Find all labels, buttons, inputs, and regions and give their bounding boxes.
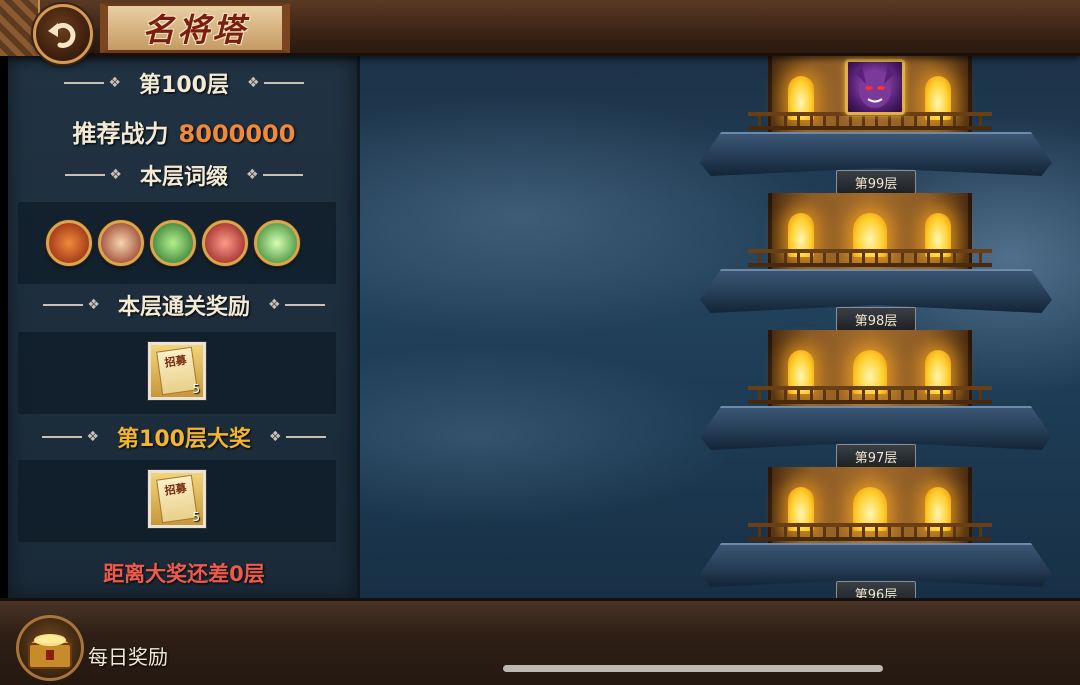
- clear-reward-box: 招募 5: [18, 332, 336, 414]
- page-title: 名将塔: [142, 11, 248, 49]
- recommended-power: 推荐战力 8000000: [8, 114, 360, 149]
- tower-floor-96[interactable]: 第96层: [700, 467, 1060, 607]
- daily-reward-label[interactable]: 每日奖励: [88, 641, 168, 670]
- clear-reward-header: ❖ 本层通关奖励 ❖: [8, 290, 360, 320]
- back-button[interactable]: [33, 4, 93, 64]
- treasure-chest-icon: [26, 633, 74, 669]
- floor-title: 第100层: [139, 73, 229, 98]
- recruit-token-item[interactable]: 招募 5: [148, 342, 206, 400]
- distance-to-prize: 距离大奖还差0层: [103, 562, 265, 586]
- floor-label: 第98层: [836, 307, 916, 331]
- floor-header: ❖ 第100层 ❖: [8, 68, 360, 98]
- affix-header: ❖ 本层词缀 ❖: [8, 160, 360, 190]
- daily-reward-button[interactable]: [16, 615, 84, 681]
- home-indicator[interactable]: [503, 665, 883, 672]
- grand-prize-title: 第100层大奖: [117, 427, 251, 452]
- recruit-token-item[interactable]: 招募 5: [148, 470, 206, 528]
- title-plate: 名将塔: [100, 3, 290, 53]
- pagoda-tower[interactable]: 第99层 第98层 第97层 第96层: [700, 56, 1060, 605]
- grand-prize-box: 招募 5: [18, 460, 336, 542]
- affix-title: 本层词缀: [139, 165, 228, 190]
- floor-label: 第99层: [836, 170, 916, 194]
- power-value: 8000000: [178, 120, 296, 148]
- bottom-bar: 每日奖励: [0, 598, 1080, 685]
- tower-floor-97[interactable]: 第97层: [700, 330, 1060, 470]
- red-claw-icon[interactable]: [202, 220, 248, 266]
- grand-prize-header: ❖ 第100层大奖 ❖: [8, 422, 360, 452]
- power-label: 推荐战力: [72, 120, 169, 148]
- back-arrow-icon: [48, 22, 76, 48]
- green-splash-icon[interactable]: [254, 220, 300, 266]
- item-quantity: 5: [192, 510, 200, 524]
- affix-list: [18, 202, 336, 284]
- green-arrow-icon[interactable]: [150, 220, 196, 266]
- tower-screen: 第99层 第98层 第97层 第96层 名将塔 ❖ 第100层 ❖ 推荐战力 8…: [0, 0, 1080, 685]
- hero-avatar-icon[interactable]: [845, 59, 905, 115]
- tower-floor-98[interactable]: 第98层: [700, 193, 1060, 333]
- red-slash-icon[interactable]: [98, 220, 144, 266]
- floor-label: 第97层: [836, 444, 916, 468]
- floor-info-panel: ❖ 第100层 ❖ 推荐战力 8000000 ❖ 本层词缀 ❖ ❖ 本层通关奖励 …: [8, 56, 360, 600]
- fire-swirl-icon[interactable]: [46, 220, 92, 266]
- top-bar: 名将塔: [0, 0, 1080, 56]
- item-quantity: 5: [192, 382, 200, 396]
- clear-reward-title: 本层通关奖励: [117, 295, 250, 320]
